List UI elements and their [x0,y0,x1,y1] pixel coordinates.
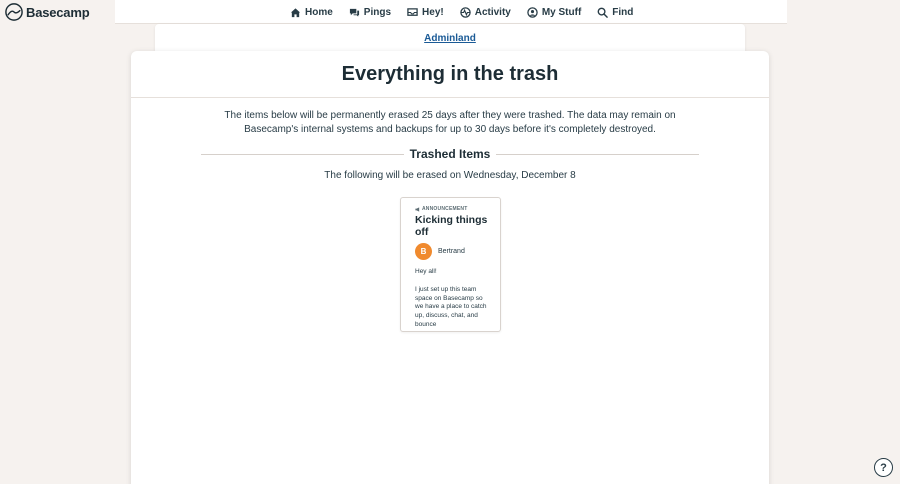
item-body-greeting: Hey all! [415,268,437,275]
breadcrumb-adminland-link[interactable]: Adminland [424,33,476,44]
nav-pings-label: Pings [363,6,392,18]
trashed-item-card[interactable]: ANNOUNCEMENT Kicking things off B Bertra… [400,197,501,332]
item-author: B Bertrand [415,243,465,260]
nav-home[interactable]: Home [290,7,333,18]
activity-icon [459,6,471,18]
nav-home-label: Home [305,6,333,18]
item-kind: ANNOUNCEMENT [415,206,467,212]
trash-explanation: The items below will be permanently eras… [224,110,676,135]
breadcrumb: Adminland [155,24,745,51]
help-button[interactable]: ? [874,458,893,477]
nav-hey[interactable]: Hey! [407,7,444,18]
nav-my-stuff-label: My Stuff [541,6,582,18]
nav-find-label: Find [612,6,634,18]
trash-panel: Everything in the trash The items below … [131,51,769,484]
basecamp-logo-icon [5,3,23,21]
nav-find[interactable]: Find [597,7,633,18]
main-nav: Home Pings Hey! Activity My Stuff Find [290,0,633,24]
title-divider [131,97,769,98]
logo-text: Basecamp [26,4,90,20]
nav-pings[interactable]: Pings [349,7,391,18]
nav-activity-label: Activity [474,6,511,18]
section-title-wrap: Trashed Items [201,147,699,161]
hey-icon [407,7,418,16]
item-title: Kicking things off [415,214,488,238]
item-body-excerpt: Hey all! I just set up this team space o… [415,268,491,331]
search-icon [597,7,609,18]
nav-activity[interactable]: Activity [459,6,511,18]
nav-hey-label: Hey! [422,6,444,18]
trashed-items-header: Trashed Items [201,147,699,163]
help-icon: ? [880,461,887,474]
item-kind-label: ANNOUNCEMENT [422,206,468,212]
top-navigation-bar: Basecamp Home Pings Hey! Activity My Stu… [0,0,900,24]
section-title: Trashed Items [403,147,497,161]
nav-my-stuff[interactable]: My Stuff [527,7,581,18]
author-name: Bertrand [438,248,465,255]
megaphone-icon [415,206,420,212]
pings-icon [349,8,359,17]
item-body-text: I just set up this team space on Basecam… [415,285,487,328]
my-stuff-icon [527,6,538,18]
basecamp-logo[interactable]: Basecamp [5,3,90,21]
avatar: B [415,243,432,260]
page-title: Everything in the trash [341,63,559,85]
home-icon [290,7,301,17]
erase-date-notice: The following will be erased on Wednesda… [324,170,576,181]
